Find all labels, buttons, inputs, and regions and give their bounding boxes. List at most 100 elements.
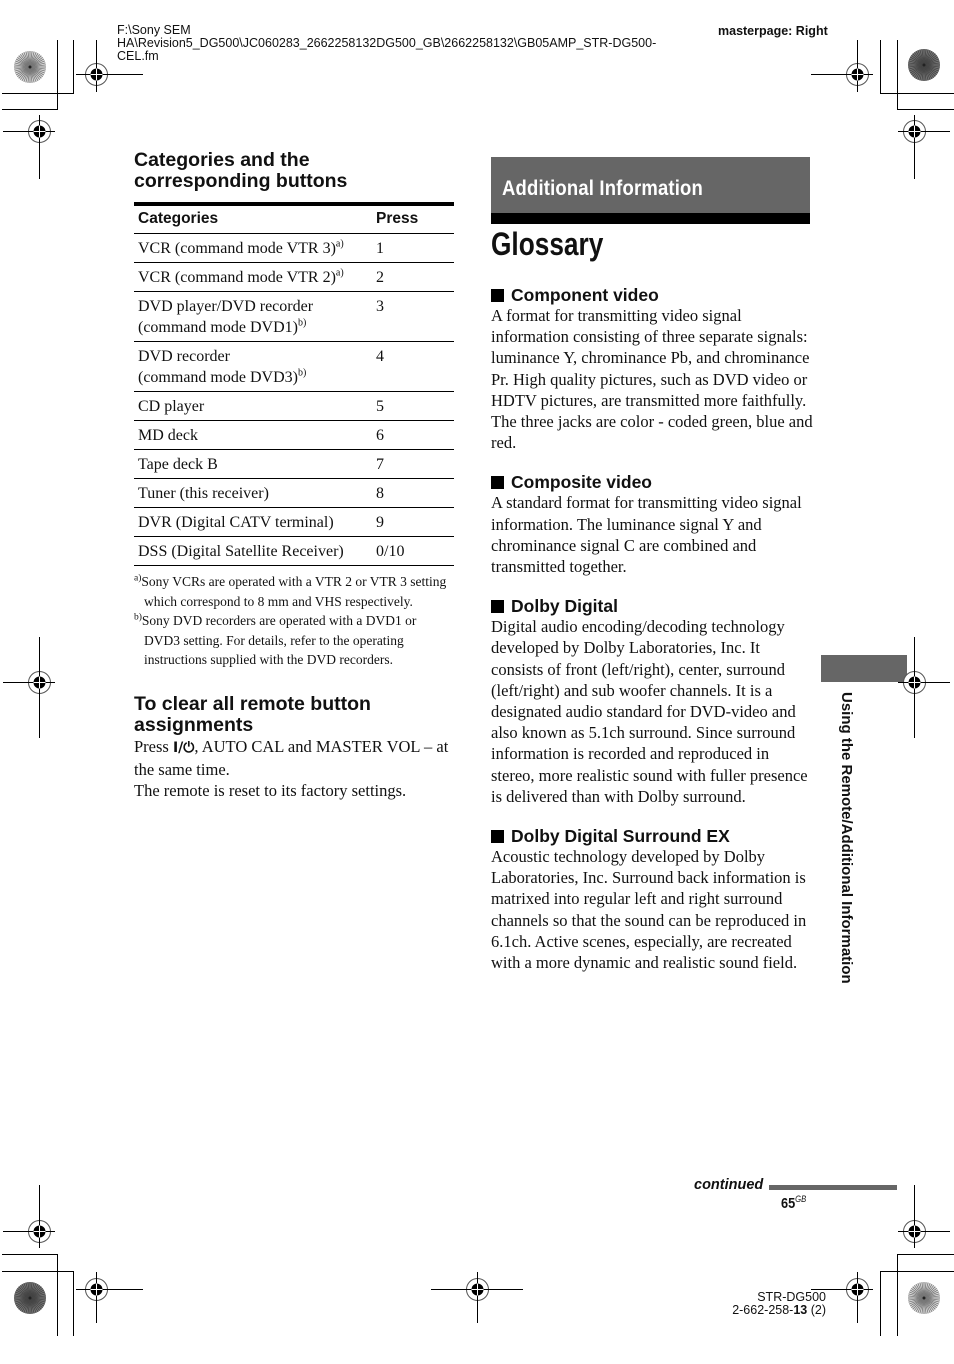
- heading-line: corresponding buttons: [134, 170, 348, 192]
- file-path-header: F:\Sony SEM HA\Revision5_DG500\JC060283_…: [117, 24, 717, 63]
- model-info: STR-DG500 2-662-258-13 (2): [700, 1291, 826, 1317]
- part-prefix: 2-662-258-: [732, 1303, 794, 1317]
- crop-line: [73, 40, 74, 93]
- glossary-entry: Composite video A standard format for tr…: [491, 472, 813, 577]
- glossary-definition: Digital audio encoding/decoding technolo…: [491, 617, 808, 806]
- category-text: MD deck: [138, 427, 198, 444]
- continued-rule: [769, 1185, 897, 1190]
- footnote-text: Sony DVD recorders are operated with a D…: [141, 613, 417, 667]
- registration-mark-icon: [27, 670, 52, 695]
- table-row: VCR (command mode VTR 3)a) 1: [134, 233, 454, 263]
- footnote-ref: b): [297, 317, 307, 329]
- category-cell: VCR (command mode VTR 3)a): [134, 233, 372, 263]
- category-text: DSS (Digital Satellite Receiver): [138, 543, 344, 560]
- footnote-text: Sony VCRs are operated with a VTR 2 or V…: [141, 574, 447, 609]
- page-suffix: GB: [795, 1194, 807, 1204]
- category-text: Tuner (this receiver): [138, 485, 269, 502]
- press-cell: 7: [372, 449, 454, 479]
- page-number: 65GB: [781, 1194, 807, 1213]
- table-row: CD player 5: [134, 391, 454, 421]
- category-cell: DVR (Digital CATV terminal): [134, 507, 372, 537]
- glossary-entry: Dolby Digital Surround EX Acoustic techn…: [491, 826, 813, 973]
- table-row: DVD player/DVD recorder (command mode DVD…: [134, 291, 454, 342]
- table-row: DVD recorder (command mode DVD3)b) 4: [134, 341, 454, 392]
- category-text: VCR (command mode VTR 3): [138, 240, 336, 257]
- clear-instructions: Press I/⏻, AUTO CAL and MASTER VOL – at …: [134, 736, 454, 801]
- page-title: Glossary: [491, 226, 604, 262]
- column-header-press: Press: [372, 204, 454, 234]
- footnote-b: b)Sony DVD recorders are operated with a…: [134, 611, 454, 670]
- starburst-target-icon: [907, 1281, 941, 1315]
- glossary-list: Component video A format for transmittin…: [491, 285, 813, 992]
- registration-mark-icon: [902, 119, 927, 144]
- press-cell: 0/10: [372, 536, 454, 566]
- footnote-ref: a): [335, 267, 344, 279]
- category-cell: DVD recorder (command mode DVD3)b): [134, 341, 372, 392]
- footnote-ref: b): [297, 367, 307, 379]
- category-cell: Tape deck B: [134, 449, 372, 479]
- square-bullet-icon: [491, 476, 504, 490]
- category-cell: DVD player/DVD recorder (command mode DVD…: [134, 291, 372, 342]
- file-path-line: CEL.fm: [117, 49, 159, 63]
- crop-line: [880, 1271, 954, 1272]
- side-tab-marker: [821, 655, 907, 682]
- glossary-definition: A format for transmitting video signal i…: [491, 306, 813, 453]
- category-text: DVR (Digital CATV terminal): [138, 514, 334, 531]
- heading-line: Categories and the: [134, 149, 310, 171]
- glossary-term: Dolby Digital: [491, 596, 813, 616]
- crop-line: [880, 40, 881, 93]
- footnote-mark: b): [134, 612, 142, 623]
- press-cell: 5: [372, 391, 454, 421]
- registration-mark-icon: [84, 1277, 109, 1302]
- press-cell: 8: [372, 478, 454, 508]
- table-row: DSS (Digital Satellite Receiver) 0/10: [134, 536, 454, 566]
- registration-mark-icon: [27, 1219, 52, 1244]
- glossary-term: Composite video: [491, 472, 813, 492]
- chapter-title: Additional Information: [502, 177, 703, 200]
- category-text: VCR (command mode VTR 2): [138, 269, 336, 286]
- side-tab-text: Using the Remote/Additional Information: [838, 692, 855, 984]
- registration-mark-icon: [845, 1277, 870, 1302]
- crop-line: [880, 1271, 881, 1336]
- part-suffix: (2): [807, 1303, 826, 1317]
- heading-line: assignments: [134, 713, 254, 736]
- registration-mark-icon: [845, 62, 870, 87]
- crop-line: [2, 109, 58, 110]
- press-cell: 4: [372, 341, 454, 392]
- continued-label: continued: [694, 1177, 764, 1193]
- crop-line: [57, 40, 58, 109]
- table-row: MD deck 6: [134, 420, 454, 450]
- term-label: Dolby Digital Surround EX: [511, 826, 730, 847]
- category-text: CD player: [138, 398, 205, 415]
- masterpage-label: masterpage: Right: [718, 24, 828, 38]
- registration-mark-icon: [465, 1277, 490, 1302]
- category-cell: DSS (Digital Satellite Receiver): [134, 536, 372, 566]
- table-row: DVR (Digital CATV terminal) 9: [134, 507, 454, 537]
- footnote-a: a)Sony VCRs are operated with a VTR 2 or…: [134, 572, 454, 611]
- press-cell: 1: [372, 233, 454, 263]
- table-row: Tape deck B 7: [134, 449, 454, 479]
- square-bullet-icon: [491, 289, 504, 302]
- crop-line: [897, 109, 954, 110]
- registration-mark-icon: [84, 62, 109, 87]
- crop-line: [73, 1271, 74, 1336]
- press-cell: 2: [372, 262, 454, 292]
- left-column: Categories and the corresponding buttons…: [134, 150, 454, 801]
- glossary-definition: A standard format for transmitting video…: [491, 493, 802, 577]
- glossary-entry: Component video A format for transmittin…: [491, 285, 813, 453]
- page-number-value: 65: [781, 1195, 796, 1212]
- crop-line: [897, 1254, 898, 1336]
- side-tab-label: Using the Remote/Additional Information: [838, 692, 860, 1032]
- term-label: Dolby Digital: [511, 596, 618, 617]
- registration-mark-icon: [27, 119, 52, 144]
- column-header-categories: Categories: [134, 204, 372, 234]
- term-label: Composite video: [511, 472, 652, 493]
- footnotes: a)Sony VCRs are operated with a VTR 2 or…: [134, 572, 454, 670]
- square-bullet-icon: [491, 600, 504, 614]
- category-cell: CD player: [134, 391, 372, 421]
- press-cell: 3: [372, 291, 454, 342]
- clear-assignments-heading: To clear all remote button assignments: [134, 692, 454, 736]
- category-cell: Tuner (this receiver): [134, 478, 372, 508]
- glossary-term: Dolby Digital Surround EX: [491, 826, 813, 846]
- heading-line: To clear all remote button: [134, 692, 371, 715]
